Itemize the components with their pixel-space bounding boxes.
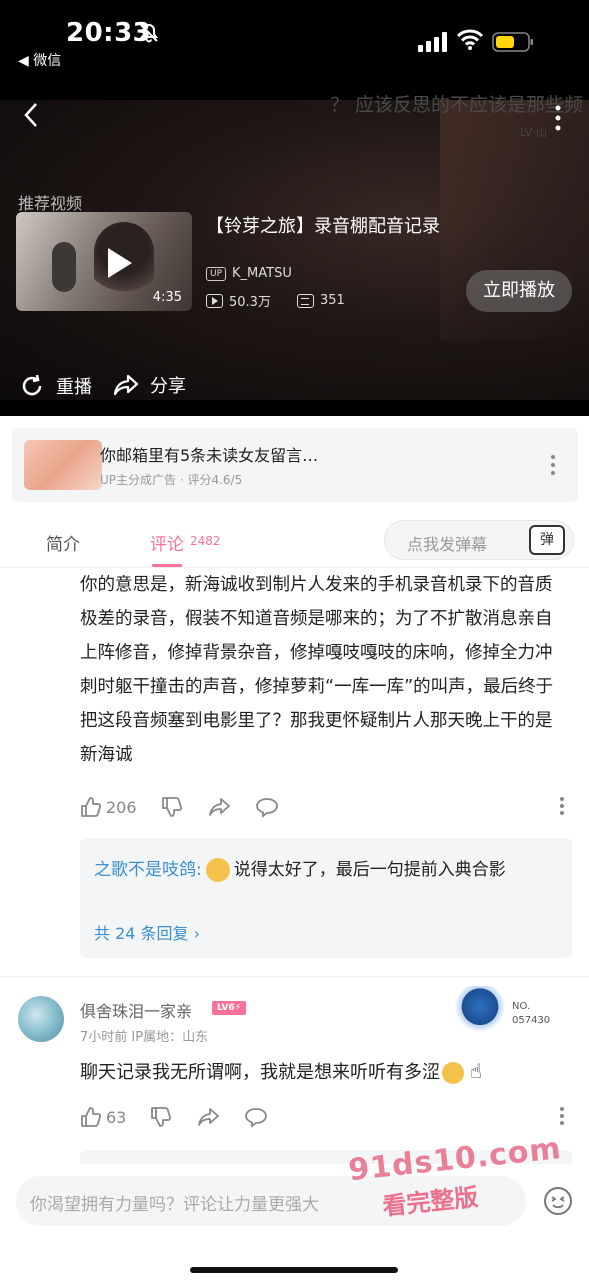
comment-count: 2482 <box>190 534 221 548</box>
fan-badge-no-value: 057430 <box>512 1015 551 1026</box>
level-badge: LV6⚡ <box>212 1001 246 1015</box>
dislike-button[interactable] <box>150 1106 172 1128</box>
play-icon[interactable] <box>108 248 132 278</box>
thumbs-up-icon <box>81 797 102 817</box>
fan-badge-number: NO. 057430 <box>512 1000 550 1028</box>
more-options-icon[interactable] <box>548 100 568 140</box>
danmaku-count: 351 <box>319 293 345 308</box>
comment-input-placeholder: 你渴望拥有力量吗？评论让力量更强大 <box>30 1195 319 1215</box>
uploader-row[interactable]: UP K_MATSU <box>206 266 292 281</box>
reply-preview[interactable]: 之歌不是吱鸽: 说得太好了，最后一句提前入典合影 共 24 条回复 › <box>80 838 572 958</box>
signal-icon <box>418 32 447 52</box>
share-comment-button[interactable] <box>207 796 231 818</box>
battery-icon <box>492 32 533 52</box>
like-button[interactable]: 63 <box>80 1106 126 1128</box>
share-label: 分享 <box>150 376 186 397</box>
danmaku-placeholder: 点我发弹幕 <box>407 535 488 554</box>
comment-meta: 7小时前 IP属地：山东 <box>80 1030 209 1045</box>
active-tab-indicator <box>152 564 182 567</box>
reply-username[interactable]: 之歌不是吱鸽: <box>94 860 202 880</box>
replay-button[interactable]: 重播 <box>18 372 92 400</box>
ad-subtitle: UP主分成广告 · 评分4.6/5 <box>100 473 243 487</box>
uploader-name: K_MATSU <box>232 266 292 281</box>
share-icon <box>198 1108 220 1126</box>
play-now-button[interactable]: 立即播放 <box>466 270 572 312</box>
video-duration: 4:35 <box>152 290 182 305</box>
share-icon <box>113 374 139 396</box>
reply-button[interactable] <box>244 1106 268 1128</box>
tab-intro[interactable]: 简介 <box>46 530 80 555</box>
like-button[interactable]: 206 <box>80 796 137 818</box>
like-count: 63 <box>106 1107 127 1127</box>
view-all-replies-link[interactable]: 共 24 条回复 › <box>94 920 200 944</box>
chat-bubble-icon <box>245 1108 268 1128</box>
tab-comments[interactable]: 评论 <box>150 530 184 555</box>
pointing-up-emoji-icon: ☝ <box>469 1059 482 1083</box>
reply-button[interactable] <box>255 796 279 818</box>
status-bar: 20:33 ◀ 微信 <box>0 0 589 70</box>
thumbs-down-icon <box>161 797 182 817</box>
replay-icon <box>22 374 42 396</box>
home-indicator <box>190 1267 398 1273</box>
ad-thumbnail <box>24 440 102 490</box>
overlay-comment-sub: LV·山 <box>520 126 547 139</box>
recommended-video-title[interactable]: 【铃芽之旅】录音棚配音记录 <box>206 212 440 238</box>
comment-actions: 206 <box>80 796 303 818</box>
views-icon <box>206 293 223 308</box>
dislike-button[interactable] <box>161 796 183 818</box>
thumbs-up-icon <box>81 1107 102 1127</box>
danmaku-count-icon <box>296 293 314 308</box>
microphone-image <box>52 242 76 292</box>
danmaku-toggle-icon[interactable]: 弹 <box>529 525 565 555</box>
nerd-emoji-icon <box>442 1062 464 1084</box>
more-options-icon[interactable] <box>559 1106 565 1126</box>
back-to-app-link[interactable]: ◀ 微信 <box>18 50 61 70</box>
like-count: 206 <box>106 797 137 817</box>
view-count: 50.3万 <box>229 295 271 310</box>
fan-badge-image[interactable] <box>454 986 506 1032</box>
comment-actions: 63 <box>80 1106 292 1128</box>
ad-card[interactable]: 你邮箱里有5条未读女友留言… UP主分成广告 · 评分4.6/5 <box>12 428 578 502</box>
avatar[interactable] <box>18 996 64 1042</box>
chat-bubble-icon <box>255 798 278 818</box>
danmaku-input[interactable]: 点我发弹幕 弹 <box>384 520 574 560</box>
recommended-videos-label: 推荐视频 <box>18 194 83 213</box>
video-player[interactable]: 20:33 ◀ 微信 ？ 应该反思的不应该是那些频 LV·山 推荐视频 4:35… <box>0 0 589 416</box>
comment-text: 你的意思是，新海诚收到制片人发来的手机录音机录下的音质极差的录音，假装不知道音频… <box>80 575 554 765</box>
ad-title: 你邮箱里有5条未读女友留言… <box>100 446 319 465</box>
share-comment-button[interactable] <box>196 1106 220 1128</box>
replay-label: 重播 <box>56 377 92 398</box>
share-icon <box>208 798 230 816</box>
divider <box>0 976 589 977</box>
share-button[interactable]: 分享 <box>112 372 186 398</box>
comment-username[interactable]: 俱舍珠泪一家亲 <box>80 998 192 1022</box>
more-options-icon[interactable] <box>559 796 565 816</box>
thumbs-down-icon <box>151 1107 172 1127</box>
up-badge: UP <box>206 266 227 281</box>
reply-text: 说得太好了，最后一句提前入典合影 <box>233 860 506 880</box>
overlay-comment-text: ？ 应该反思的不应该是那些频 <box>330 94 584 116</box>
video-stats: 50.3万 351 <box>206 291 345 310</box>
fan-badge-no-label: NO. <box>512 1001 531 1012</box>
bell-off-icon <box>139 23 159 43</box>
grinning-emoji-icon <box>205 858 230 882</box>
more-options-icon[interactable] <box>550 454 556 476</box>
wifi-icon <box>456 29 484 50</box>
comment-text: 聊天记录我无所谓啊，我就是想来听听有多涩 ☝ <box>80 1058 482 1084</box>
comment-body: 聊天记录我无所谓啊，我就是想来听听有多涩 <box>80 1062 440 1083</box>
recommended-video-thumbnail[interactable]: 4:35 <box>16 212 192 311</box>
reply-item: 之歌不是吱鸽: 说得太好了，最后一句提前入典合影 <box>94 856 554 884</box>
back-arrow-icon[interactable] <box>18 98 44 132</box>
